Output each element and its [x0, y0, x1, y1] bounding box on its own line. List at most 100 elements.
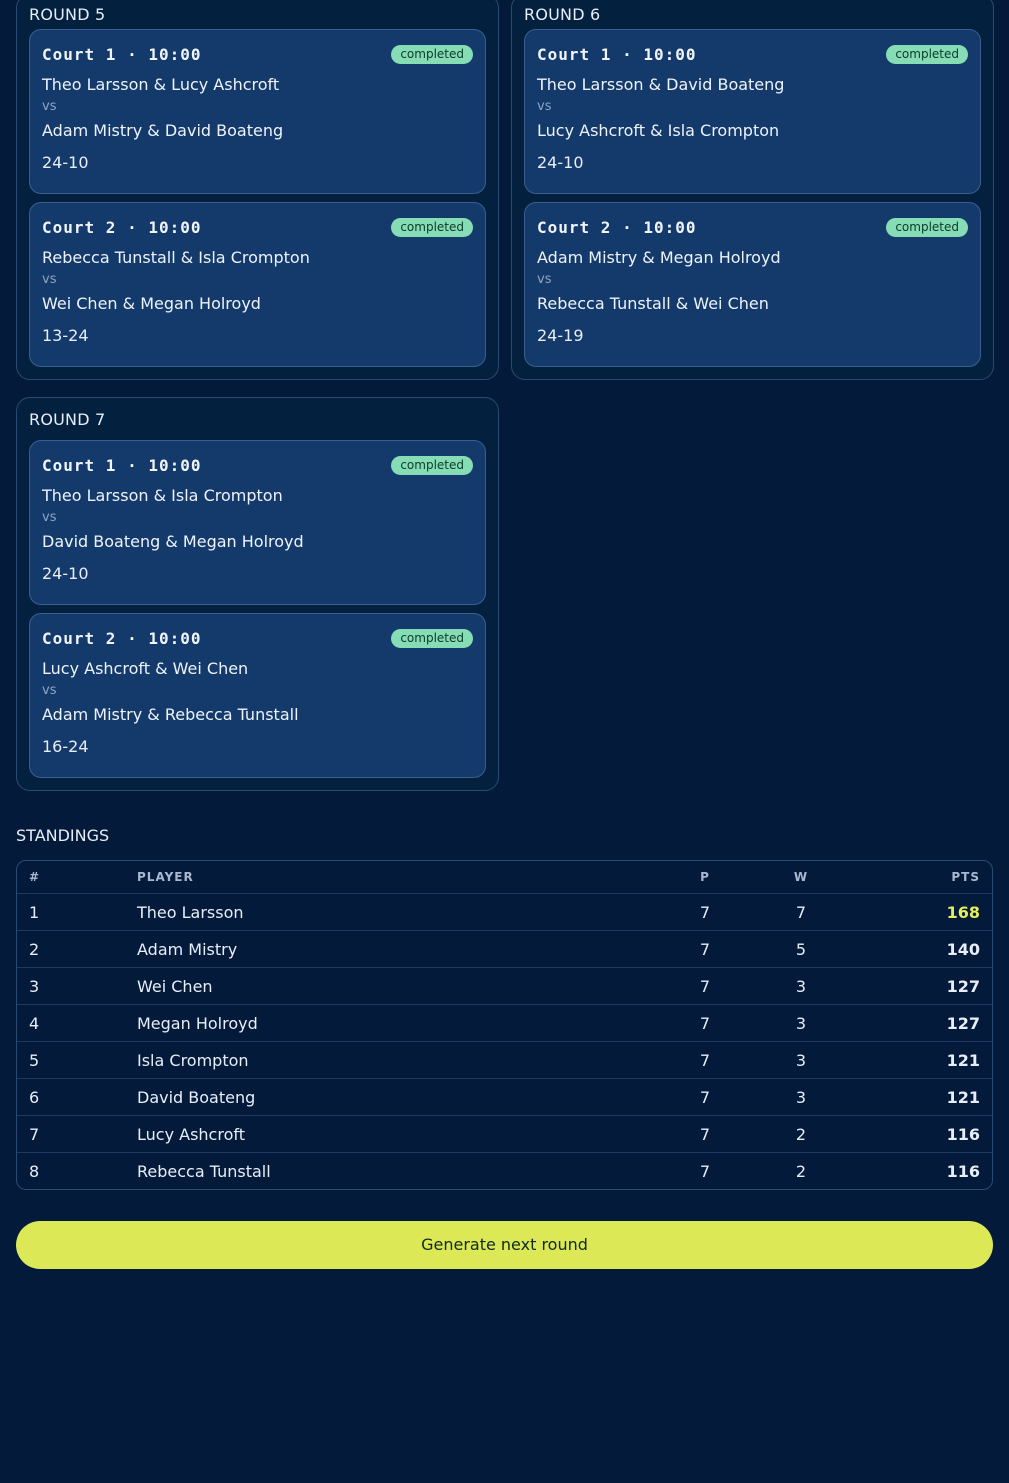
match-score: 24-19: [537, 326, 584, 345]
versus-label: vs: [42, 510, 57, 525]
team-two: Rebecca Tunstall & Wei Chen: [537, 294, 769, 313]
team-one: Rebecca Tunstall & Isla Crompton: [42, 248, 310, 267]
court-time: Court 2 · 10:00: [42, 628, 202, 648]
rank-cell: 6: [29, 1087, 40, 1107]
team-one: Lucy Ashcroft & Wei Chen: [42, 659, 249, 678]
played-cell: 7: [699, 1161, 711, 1181]
court-time: Court 1 · 10:00: [537, 44, 697, 64]
status-badge: completed: [391, 628, 473, 648]
match-score: 24-10: [537, 153, 584, 172]
table-row: 2 Adam Mistry 7 5 140: [17, 930, 992, 967]
rank-cell: 3: [29, 976, 40, 996]
court-time: Court 1 · 10:00: [42, 44, 202, 64]
wins-cell: 3: [795, 1050, 807, 1070]
match-card[interactable]: Court 1 · 10:00 completed Theo Larsson &…: [29, 440, 486, 605]
match-score: 24-10: [42, 153, 89, 172]
versus-label: vs: [537, 272, 552, 287]
match-card[interactable]: Court 2 · 10:00 completed Adam Mistry & …: [524, 202, 981, 367]
versus-label: vs: [537, 99, 552, 114]
player-cell: David Boateng: [137, 1087, 256, 1107]
table-row: 3 Wei Chen 7 3 127: [17, 967, 992, 1004]
header-rank: #: [29, 870, 41, 884]
player-cell: Adam Mistry: [137, 939, 238, 959]
played-cell: 7: [699, 902, 711, 922]
player-cell: Megan Holroyd: [137, 1013, 258, 1033]
rank-cell: 5: [29, 1050, 40, 1070]
table-header-row: # PLAYER P W PTS: [17, 861, 992, 893]
team-one: Theo Larsson & Lucy Ashcroft: [42, 75, 280, 94]
player-cell: Lucy Ashcroft: [137, 1124, 245, 1144]
points-cell: 121: [946, 1087, 980, 1107]
player-cell: Wei Chen: [137, 976, 213, 996]
court-time: Court 2 · 10:00: [42, 217, 202, 237]
status-badge: completed: [391, 455, 473, 475]
status-badge: completed: [391, 44, 473, 64]
match-card[interactable]: Court 1 · 10:00 completed Theo Larsson &…: [524, 29, 981, 194]
rank-cell: 4: [29, 1013, 40, 1033]
player-cell: Isla Crompton: [137, 1050, 249, 1070]
wins-cell: 5: [795, 939, 807, 959]
wins-cell: 3: [795, 1013, 807, 1033]
court-time: Court 1 · 10:00: [42, 455, 202, 475]
court-time: Court 2 · 10:00: [537, 217, 697, 237]
wins-cell: 3: [795, 976, 807, 996]
round-title: ROUND 7: [29, 410, 106, 429]
team-two: Lucy Ashcroft & Isla Crompton: [537, 121, 780, 140]
points-cell: 127: [946, 976, 980, 996]
table-row: 6 David Boateng 7 3 121: [17, 1078, 992, 1115]
status-badge: completed: [886, 44, 968, 64]
header-points: PTS: [951, 870, 980, 884]
table-row: 7 Lucy Ashcroft 7 2 116: [17, 1115, 992, 1152]
header-player: PLAYER: [137, 870, 194, 884]
table-row: 1 Theo Larsson 7 7 168: [17, 893, 992, 930]
played-cell: 7: [699, 976, 711, 996]
match-score: 24-10: [42, 564, 89, 583]
generate-next-round-button[interactable]: Generate next round: [16, 1221, 993, 1269]
round-title: ROUND 6: [524, 5, 601, 24]
round-title: ROUND 5: [29, 5, 106, 24]
versus-label: vs: [42, 99, 57, 114]
wins-cell: 2: [795, 1124, 807, 1144]
team-two: Adam Mistry & Rebecca Tunstall: [42, 705, 299, 724]
team-two: David Boateng & Megan Holroyd: [42, 532, 304, 551]
match-score: 13-24: [42, 326, 89, 345]
standings-title: STANDINGS: [16, 826, 110, 845]
match-card[interactable]: Court 1 · 10:00 completed Theo Larsson &…: [29, 29, 486, 194]
standings-table: # PLAYER P W PTS 1 Theo Larsson 7 7 168 …: [16, 860, 993, 1190]
round-card: ROUND 7 Court 1 · 10:00 completed Theo L…: [16, 397, 499, 791]
played-cell: 7: [699, 1050, 711, 1070]
team-two: Wei Chen & Megan Holroyd: [42, 294, 261, 313]
round-card: ROUND 5 Court 1 · 10:00 completed Theo L…: [16, 0, 499, 380]
points-cell: 127: [946, 1013, 980, 1033]
header-played: P: [700, 870, 710, 884]
wins-cell: 2: [795, 1161, 807, 1181]
team-one: Theo Larsson & Isla Crompton: [42, 486, 283, 505]
table-row: 8 Rebecca Tunstall 7 2 116: [17, 1152, 992, 1189]
played-cell: 7: [699, 1124, 711, 1144]
header-wins: W: [793, 870, 809, 884]
player-cell: Theo Larsson: [137, 902, 244, 922]
table-row: 4 Megan Holroyd 7 3 127: [17, 1004, 992, 1041]
points-cell: 116: [946, 1161, 980, 1181]
played-cell: 7: [699, 939, 711, 959]
rank-cell: 8: [29, 1161, 40, 1181]
tournament-page: ROUND 5 Court 1 · 10:00 completed Theo L…: [0, 0, 1009, 1483]
points-cell: 121: [946, 1050, 980, 1070]
round-card: ROUND 6 Court 1 · 10:00 completed Theo L…: [511, 0, 994, 380]
points-cell: 116: [946, 1124, 980, 1144]
team-two: Adam Mistry & David Boateng: [42, 121, 284, 140]
played-cell: 7: [699, 1087, 711, 1107]
match-card[interactable]: Court 2 · 10:00 completed Lucy Ashcroft …: [29, 613, 486, 778]
played-cell: 7: [699, 1013, 711, 1033]
wins-cell: 3: [795, 1087, 807, 1107]
versus-label: vs: [42, 683, 57, 698]
points-cell: 140: [946, 939, 980, 959]
versus-label: vs: [42, 272, 57, 287]
status-badge: completed: [886, 217, 968, 237]
table-row: 5 Isla Crompton 7 3 121: [17, 1041, 992, 1078]
wins-cell: 7: [795, 902, 807, 922]
match-score: 16-24: [42, 737, 89, 756]
match-card[interactable]: Court 2 · 10:00 completed Rebecca Tunsta…: [29, 202, 486, 367]
rank-cell: 2: [29, 939, 40, 959]
team-one: Theo Larsson & David Boateng: [537, 75, 785, 94]
